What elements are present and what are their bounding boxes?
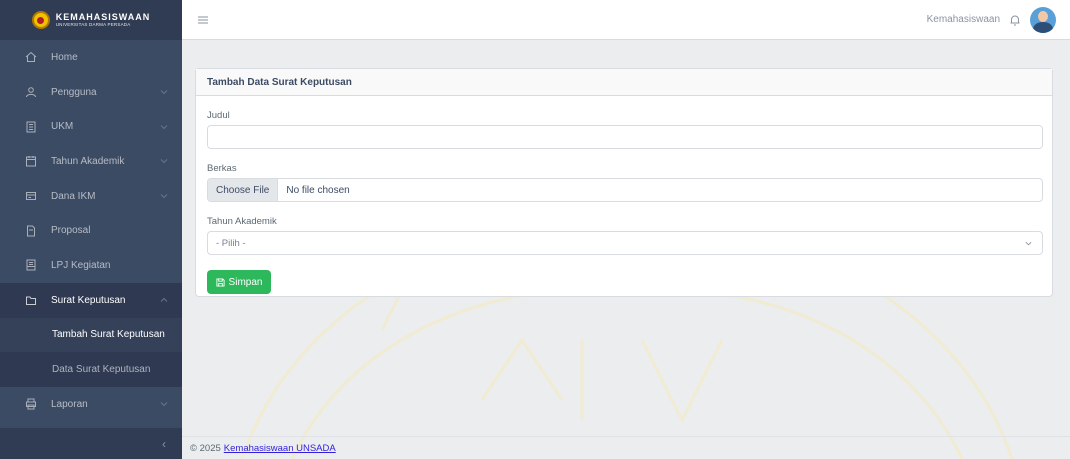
sidebar-item-laporan[interactable]: Laporan [0,387,182,422]
wallet-icon [25,190,37,202]
document-icon [25,259,37,271]
berkas-label: Berkas [207,163,237,174]
sidebar: KEMAHASISWAAN UNIVERSITAS DARMA PERSADA … [0,0,182,459]
tahun-akademik-label: Tahun Akademik [207,216,277,227]
chevron-down-icon [160,159,168,164]
sidebar-item-label: Dana IKM [51,190,96,202]
sidebar-item-label: Proposal [51,225,91,237]
brand-subtitle: UNIVERSITAS DARMA PERSADA [55,21,131,27]
print-icon [25,398,37,410]
user-icon [25,86,37,98]
sidebar-item-label: Home [51,51,78,63]
sidebar-item-label: Tahun Akademik [51,155,125,167]
calendar-icon [25,155,37,167]
avatar[interactable] [1030,6,1056,33]
university-seal-icon [31,11,50,29]
sidebar-item-pengguna[interactable]: Pengguna [0,75,182,110]
header-username[interactable]: Kemahasiswaan [927,14,1000,25]
sidebar-item-tahun-akademik[interactable]: Tahun Akademik [0,144,182,179]
sidebar-brand[interactable]: KEMAHASISWAAN UNIVERSITAS DARMA PERSADA [0,0,182,40]
berkas-file-input[interactable]: Choose File No file chosen [207,178,1043,202]
brand-title: KEMAHASISWAAN [55,11,151,22]
chevron-down-icon [1025,241,1032,246]
file-icon [25,225,37,237]
judul-input[interactable] [207,125,1043,149]
top-header: Kemahasiswaan [182,0,1070,40]
file-name-text: No file chosen [286,184,350,196]
building-icon [25,121,37,133]
chevron-down-icon [160,124,168,129]
sidebar-subitem-tambah-surat-keputusan[interactable]: Tambah Surat Keputusan [0,317,182,353]
chevron-down-icon [160,402,168,407]
save-icon [215,277,225,287]
sidebar-item-label: Pengguna [51,86,97,98]
save-button-label: Simpan [228,276,263,288]
card-title: Tambah Data Surat Keputusan [196,69,1052,96]
sidebar-item-label: Laporan [51,398,88,410]
folder-icon [25,294,37,306]
footer: © 2025 Kemahasiswaan UNSADA [182,436,1070,459]
bell-icon[interactable] [1008,13,1022,27]
sidebar-nav: Home Pengguna UKM Tahun Akademik Dana IK… [0,40,182,422]
chevron-left-icon: ‹ [162,436,166,451]
sidebar-subitem-data-surat-keputusan[interactable]: Data Surat Keputusan [0,352,182,387]
sidebar-item-label: LPJ Kegiatan [51,259,111,271]
sidebar-item-label: Surat Keputusan [51,294,126,306]
chevron-down-icon [160,90,168,95]
sidebar-item-ukm[interactable]: UKM [0,109,182,144]
home-icon [25,51,37,63]
save-button[interactable]: Simpan [207,270,271,294]
chevron-down-icon [160,194,168,199]
hamburger-icon[interactable] [196,13,210,27]
chevron-up-icon [160,297,168,303]
sidebar-item-lpj-kegiatan[interactable]: LPJ Kegiatan [0,248,182,283]
tahun-akademik-select[interactable]: - Pilih - [207,231,1043,255]
form-card: Tambah Data Surat Keputusan Judul Berkas… [195,68,1053,297]
sidebar-item-surat-keputusan[interactable]: Surat Keputusan [0,282,182,318]
sidebar-item-proposal[interactable]: Proposal [0,213,182,248]
sidebar-item-home[interactable]: Home [0,40,182,75]
footer-copyright: © 2025 [190,442,221,454]
judul-label: Judul [207,110,230,121]
choose-file-button[interactable]: Choose File [208,179,279,201]
sidebar-item-label: UKM [51,121,74,133]
sidebar-minimizer[interactable]: ‹ [0,428,182,459]
footer-link[interactable]: Kemahasiswaan UNSADA [224,443,336,454]
sidebar-item-dana-ikm[interactable]: Dana IKM [0,179,182,214]
submenu-surat-keputusan: Tambah Surat Keputusan Data Surat Keputu… [0,317,182,387]
select-value: - Pilih - [216,237,246,249]
